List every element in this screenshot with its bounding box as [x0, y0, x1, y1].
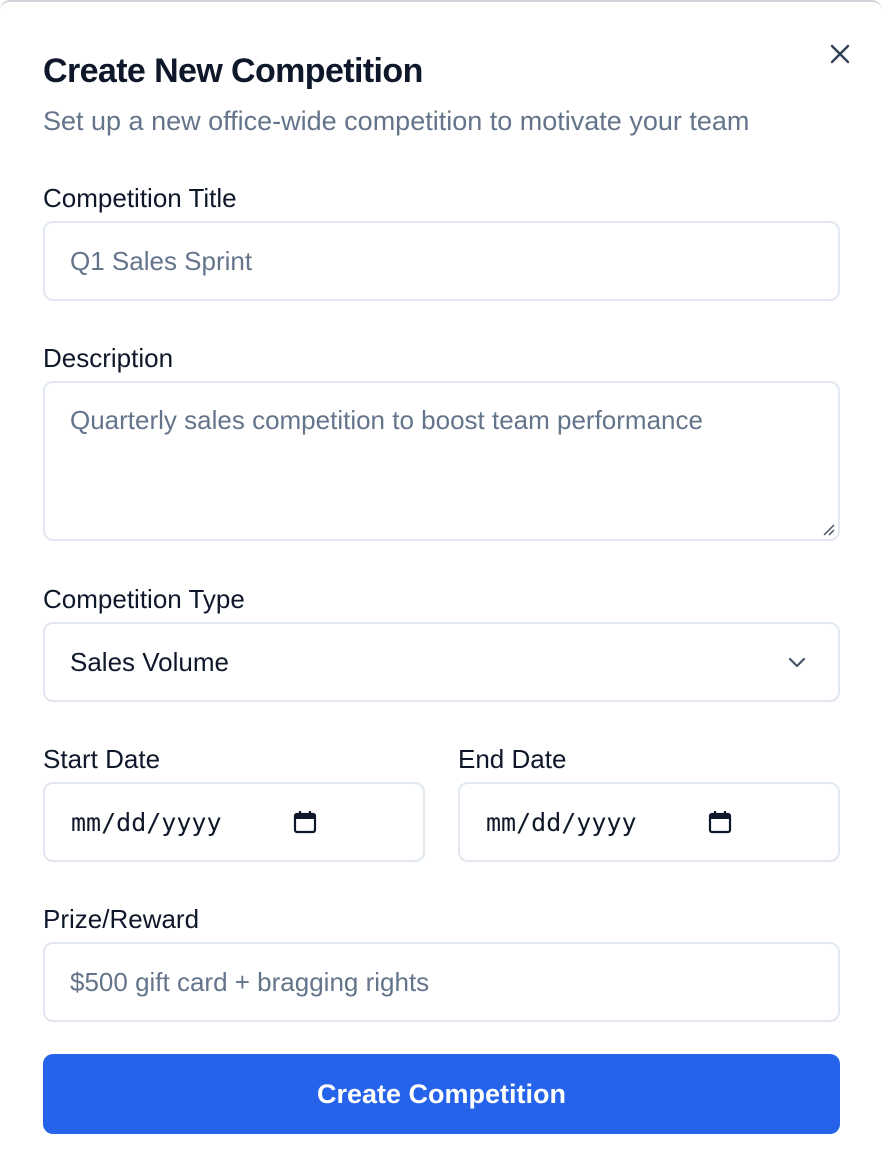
end-date-placeholder: mm/dd/yyyy	[486, 807, 637, 837]
start-date-placeholder: mm/dd/yyyy	[71, 807, 222, 837]
calendar-icon[interactable]	[707, 809, 733, 835]
prize-input[interactable]: $500 gift card + bragging rights	[43, 942, 840, 1022]
create-competition-dialog: Create New Competition Set up a new offi…	[0, 0, 882, 1168]
close-button[interactable]	[826, 40, 854, 68]
start-date-input[interactable]: mm/dd/yyyy	[43, 782, 425, 862]
competition-type-select[interactable]: Sales Volume	[43, 622, 840, 702]
competition-title-label: Competition Title	[43, 183, 237, 213]
create-competition-button[interactable]: Create Competition	[43, 1054, 840, 1134]
description-label: Description	[43, 343, 174, 373]
end-date-input[interactable]: mm/dd/yyyy	[458, 782, 840, 862]
competition-type-label: Competition Type	[43, 584, 245, 614]
end-date-label: End Date	[458, 744, 567, 774]
calendar-icon[interactable]	[292, 809, 318, 835]
start-date-label: Start Date	[43, 744, 161, 774]
competition-title-placeholder: Q1 Sales Sprint	[70, 245, 253, 276]
competition-title-input[interactable]: Q1 Sales Sprint	[43, 221, 840, 301]
create-competition-button-label: Create Competition	[316, 1078, 567, 1109]
competition-type-value: Sales Volume	[70, 646, 229, 677]
prize-label: Prize/Reward	[43, 904, 200, 934]
dialog-title: Create New Competition	[43, 52, 423, 90]
description-textarea[interactable]: Quarterly sales competition to boost tea…	[43, 381, 840, 541]
description-placeholder: Quarterly sales competition to boost tea…	[70, 405, 703, 435]
dialog-subtitle: Set up a new office-wide competition to …	[43, 106, 750, 136]
close-icon	[830, 44, 850, 64]
chevron-down-icon	[788, 657, 806, 668]
prize-placeholder: $500 gift card + bragging rights	[70, 966, 430, 997]
resize-handle-icon[interactable]	[821, 522, 835, 536]
